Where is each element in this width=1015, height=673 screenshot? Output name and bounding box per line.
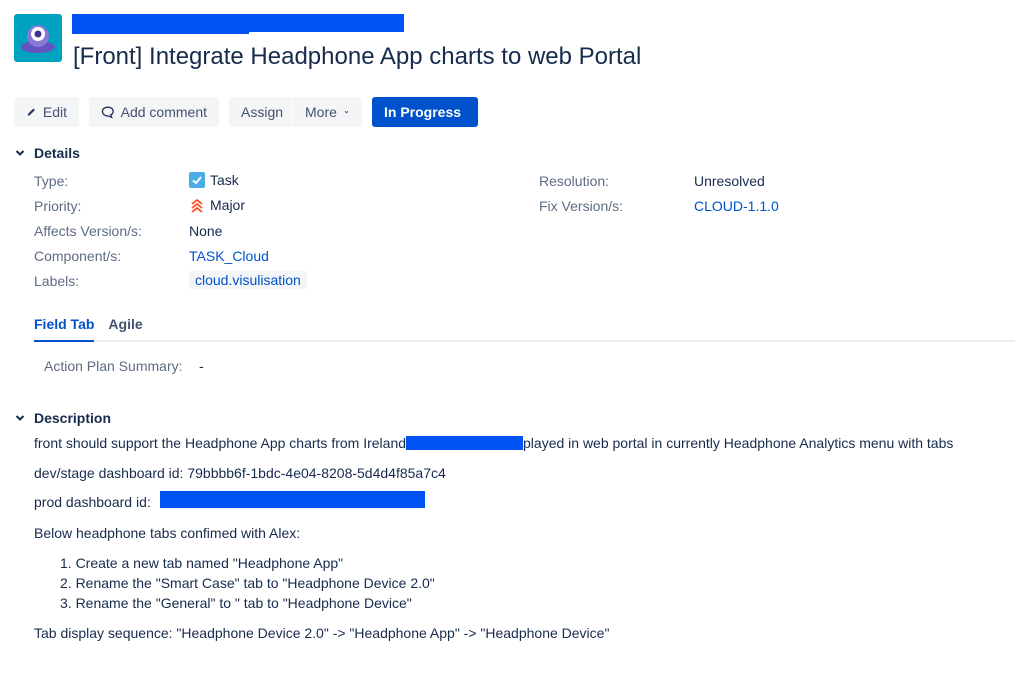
fix-version-link[interactable]: CLOUD-1.1.0 — [694, 198, 779, 214]
comment-icon — [101, 106, 114, 119]
description-line-1-start: front should support the Headphone App c… — [34, 435, 407, 451]
details-heading: Details — [34, 145, 80, 161]
field-tabs: Field Tab Agile — [34, 316, 1015, 342]
type-value: Task — [189, 172, 239, 188]
pencil-icon — [27, 108, 35, 116]
description-line-1-end: played in web portal in currently Headph… — [523, 435, 954, 451]
add-comment-label: Add comment — [120, 104, 207, 120]
issue-title: [Front] Integrate Headphone App charts t… — [73, 43, 642, 70]
redacted-prod-dashboard-id — [160, 491, 425, 508]
tab-agile[interactable]: Agile — [108, 316, 142, 340]
add-comment-button[interactable]: Add comment — [89, 97, 219, 127]
labels-label: Labels: — [34, 273, 80, 289]
list-item: 3. Rename the "General" to " tab to "Hea… — [60, 595, 412, 611]
alien-icon — [21, 25, 55, 53]
list-item: 2. Rename the "Smart Case" tab to "Headp… — [60, 575, 435, 591]
more-label: More — [305, 104, 337, 120]
component-link[interactable]: TASK_Cloud — [189, 248, 269, 264]
affects-version-value: None — [189, 223, 223, 239]
tab-field-tab[interactable]: Field Tab — [34, 316, 95, 342]
dev-dashboard-id: dev/stage dashboard id: 79bbbb6f-1bdc-4e… — [34, 465, 446, 481]
project-avatar[interactable] — [14, 14, 62, 62]
resolution-value: Unresolved — [694, 173, 765, 189]
redacted-text — [406, 436, 524, 450]
priority-value: Major — [189, 197, 245, 213]
labels-value: cloud.visulisation — [189, 271, 307, 289]
chevron-down-icon — [15, 415, 25, 421]
more-button[interactable]: More — [293, 97, 362, 127]
redacted-issue-key — [245, 14, 404, 32]
label-lozenge[interactable]: cloud.visulisation — [189, 271, 307, 289]
prod-dashboard-line: prod dashboard id: — [34, 494, 151, 510]
description-line-1: front should support the Headphone App c… — [34, 435, 953, 451]
assign-button[interactable]: Assign — [229, 97, 292, 127]
redacted-breadcrumb — [72, 14, 249, 34]
action-plan-label: Action Plan Summary: — [44, 358, 183, 374]
type-label: Type: — [34, 173, 69, 189]
steps-list: 1. Create a new tab named "Headphone App… — [60, 553, 435, 613]
affects-version-label: Affects Version/s: — [34, 223, 142, 239]
action-plan-value: - — [199, 358, 204, 374]
list-item: 1. Create a new tab named "Headphone App… — [60, 555, 344, 571]
prod-dashboard-label: prod dashboard id: — [34, 494, 151, 510]
resolution-label: Resolution: — [539, 173, 610, 189]
description-toggle[interactable]: Description — [14, 410, 111, 426]
status-transition-button[interactable]: In Progress — [372, 97, 478, 127]
tabs-confirmed-line: Below headphone tabs confimed with Alex: — [34, 525, 301, 541]
edit-button[interactable]: Edit — [14, 97, 79, 127]
priority-major-icon — [191, 198, 203, 213]
description-heading: Description — [34, 410, 112, 426]
task-checkbox-icon — [189, 172, 205, 188]
component-label: Component/s: — [34, 248, 122, 264]
type-text: Task — [210, 172, 239, 188]
status-label: In Progress — [384, 104, 462, 120]
chevron-down-icon — [344, 110, 349, 114]
assign-label: Assign — [241, 104, 284, 120]
chevron-down-icon — [15, 150, 25, 156]
priority-label: Priority: — [34, 198, 82, 214]
issue-toolbar: Edit Add comment Assign More In Progress — [14, 97, 478, 127]
priority-text: Major — [210, 197, 246, 213]
edit-label: Edit — [42, 104, 67, 120]
tab-sequence-line: Tab display sequence: "Headphone Device … — [34, 625, 610, 641]
fix-version-label: Fix Version/s: — [539, 198, 624, 214]
details-toggle[interactable]: Details — [14, 145, 80, 161]
